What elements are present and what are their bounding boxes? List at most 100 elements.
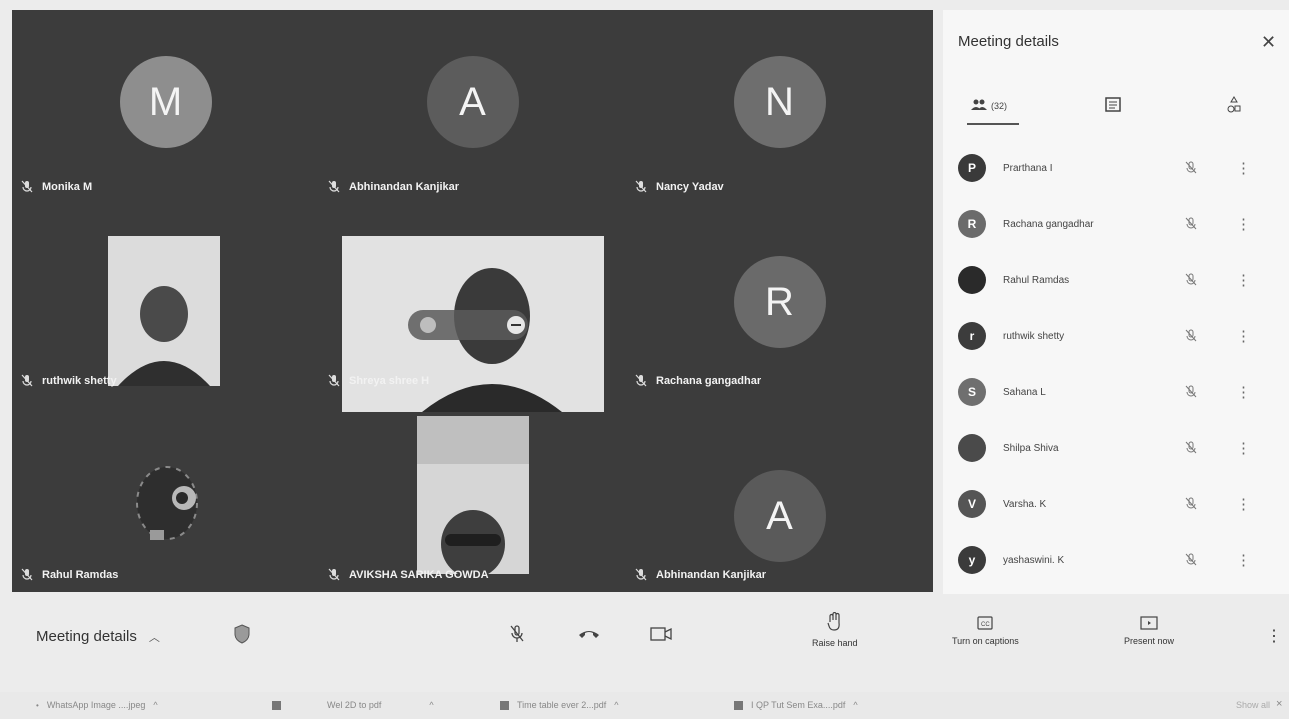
participant-tile[interactable]: N Nancy Yadav bbox=[626, 10, 933, 204]
participant-tile[interactable]: Shreya shree H bbox=[319, 204, 626, 412]
mic-off-icon bbox=[327, 568, 341, 582]
more-options-icon[interactable]: ⋮ bbox=[1236, 497, 1251, 512]
captions-label: Turn on captions bbox=[952, 636, 1019, 646]
more-options-icon[interactable]: ⋮ bbox=[1236, 329, 1251, 344]
avatar: y bbox=[958, 546, 986, 574]
active-tab-indicator bbox=[967, 123, 1019, 125]
participant-row[interactable]: P Prarthana I ⋮ bbox=[958, 153, 1258, 183]
download-name: Time table ever 2...pdf bbox=[517, 700, 607, 710]
pdf-icon bbox=[500, 700, 509, 710]
avatar: N bbox=[733, 56, 826, 148]
participant-row[interactable]: Shilpa Shiva ⋮ bbox=[958, 433, 1258, 463]
more-options-icon[interactable]: ⋮ bbox=[1236, 217, 1251, 232]
participant-name: Rahul Ramdas bbox=[1003, 274, 1070, 286]
people-count: (32) bbox=[991, 101, 1008, 111]
participant-name: Rahul Ramdas bbox=[42, 569, 119, 581]
download-item[interactable]: Wel 2D to pdf ^ bbox=[272, 700, 434, 710]
panel-title: Meeting details bbox=[958, 33, 1059, 50]
participant-name: Rachana gangadhar bbox=[1003, 218, 1094, 230]
tab-chat[interactable] bbox=[1105, 90, 1121, 122]
raise-hand-button[interactable]: Raise hand bbox=[812, 611, 858, 648]
participant-tile[interactable]: Rahul Ramdas bbox=[12, 398, 319, 592]
more-options-icon[interactable]: ⋮ bbox=[1236, 385, 1251, 400]
participant-row[interactable]: r ruthwik shetty ⋮ bbox=[958, 321, 1258, 351]
participant-name: Monika M bbox=[42, 181, 93, 193]
chevron-up-icon: ^ bbox=[153, 700, 158, 710]
video-grid: M Monika M A Abhinandan Kanjikar N Nancy… bbox=[12, 10, 933, 592]
mic-off-icon bbox=[634, 374, 648, 388]
chevron-up-icon: ︿ bbox=[148, 631, 160, 644]
participant-row[interactable]: S Sahana L ⋮ bbox=[958, 377, 1258, 407]
participant-tile[interactable]: M Monika M bbox=[12, 10, 319, 204]
participant-name: Nancy Yadav bbox=[656, 181, 724, 193]
chat-icon bbox=[1105, 97, 1121, 115]
captions-icon: CC bbox=[977, 616, 993, 632]
close-icon[interactable]: × bbox=[1276, 698, 1282, 710]
participant-row[interactable]: Rahul Ramdas ⋮ bbox=[958, 265, 1258, 295]
download-item[interactable]: I QP Tut Sem Exa....pdf ^ bbox=[734, 700, 858, 710]
participant-name: yashaswini. K bbox=[1003, 554, 1065, 566]
tile-nameplate: Shreya shree H bbox=[327, 374, 429, 388]
avatar: P bbox=[958, 154, 986, 182]
raise-hand-icon bbox=[827, 611, 843, 634]
avatar: A bbox=[733, 470, 826, 562]
participant-tile[interactable]: ruthwik shetty bbox=[12, 204, 319, 398]
tile-nameplate: Monika M bbox=[20, 180, 92, 194]
pdf-icon bbox=[272, 700, 281, 710]
mic-off-icon bbox=[1183, 216, 1199, 232]
participant-tile[interactable]: R Rachana gangadhar bbox=[626, 204, 933, 398]
download-name: Wel 2D to pdf bbox=[327, 700, 382, 710]
camera-off-icon[interactable] bbox=[650, 626, 672, 642]
avatar bbox=[958, 434, 986, 462]
participant-name: Rachana gangadhar bbox=[656, 375, 762, 387]
mic-off-icon bbox=[20, 374, 34, 388]
svg-text:CC: CC bbox=[981, 622, 990, 628]
mic-off-icon bbox=[1183, 160, 1199, 176]
participant-row[interactable]: V Varsha. K ⋮ bbox=[958, 489, 1258, 519]
raise-hand-label: Raise hand bbox=[812, 638, 858, 648]
more-options-icon[interactable]: ⋮ bbox=[1236, 273, 1251, 288]
more-options-icon[interactable]: ⋮ bbox=[1236, 441, 1251, 456]
participant-tile[interactable]: A Abhinandan Kanjikar bbox=[626, 398, 933, 592]
participant-name: ruthwik shetty bbox=[42, 375, 117, 387]
participant-row[interactable]: R Rachana gangadhar ⋮ bbox=[958, 209, 1258, 239]
chevron-up-icon: ^ bbox=[853, 700, 858, 710]
tab-activities[interactable] bbox=[1227, 90, 1241, 122]
participant-tile[interactable]: AVIKSHA SARIKA GOWDA bbox=[319, 398, 626, 592]
people-icon bbox=[971, 99, 987, 113]
mic-off-icon bbox=[634, 180, 648, 194]
tile-nameplate: Rahul Ramdas bbox=[20, 568, 118, 582]
download-item[interactable]: • WhatsApp Image ....jpeg ^ bbox=[36, 700, 158, 710]
more-options-icon[interactable]: ⋮ bbox=[1266, 626, 1282, 646]
participant-name: Abhinandan Kanjikar bbox=[656, 569, 767, 581]
video-feed bbox=[122, 458, 212, 558]
mic-off-icon bbox=[1183, 328, 1199, 344]
tab-people[interactable]: (32) bbox=[971, 90, 1007, 122]
meeting-details-button[interactable]: Meeting details ︿ bbox=[36, 628, 160, 645]
more-options-icon[interactable]: ⋮ bbox=[1236, 161, 1251, 176]
tile-nameplate: Nancy Yadav bbox=[634, 180, 724, 194]
mic-off-icon bbox=[327, 374, 341, 388]
close-icon[interactable]: ✕ bbox=[1261, 32, 1276, 53]
avatar: R bbox=[958, 210, 986, 238]
participant-name: Abhinandan Kanjikar bbox=[349, 181, 460, 193]
mic-off-icon bbox=[634, 568, 648, 582]
download-shelf: • WhatsApp Image ....jpeg ^ Wel 2D to pd… bbox=[0, 692, 1289, 719]
mic-off-icon bbox=[20, 180, 34, 194]
captions-button[interactable]: CC Turn on captions bbox=[952, 616, 1019, 646]
download-name: I QP Tut Sem Exa....pdf bbox=[751, 700, 846, 710]
participant-name: ruthwik shetty bbox=[1003, 330, 1065, 342]
show-all-link[interactable]: Show all bbox=[1236, 700, 1270, 710]
meet-window: M Monika M A Abhinandan Kanjikar N Nancy… bbox=[0, 0, 1289, 719]
leave-call-icon[interactable] bbox=[578, 628, 600, 640]
more-options-icon[interactable]: ⋮ bbox=[1236, 553, 1251, 568]
mic-off-icon bbox=[1183, 552, 1199, 568]
tile-nameplate: Rachana gangadhar bbox=[634, 374, 761, 388]
participant-tile[interactable]: A Abhinandan Kanjikar bbox=[319, 10, 626, 204]
participant-row[interactable]: y yashaswini. K ⋮ bbox=[958, 545, 1258, 575]
meeting-details-label: Meeting details bbox=[36, 628, 137, 645]
download-item[interactable]: Time table ever 2...pdf ^ bbox=[500, 700, 618, 710]
mic-off-icon[interactable] bbox=[510, 624, 524, 644]
present-button[interactable]: Present now bbox=[1124, 616, 1174, 646]
shield-icon[interactable] bbox=[234, 624, 250, 644]
